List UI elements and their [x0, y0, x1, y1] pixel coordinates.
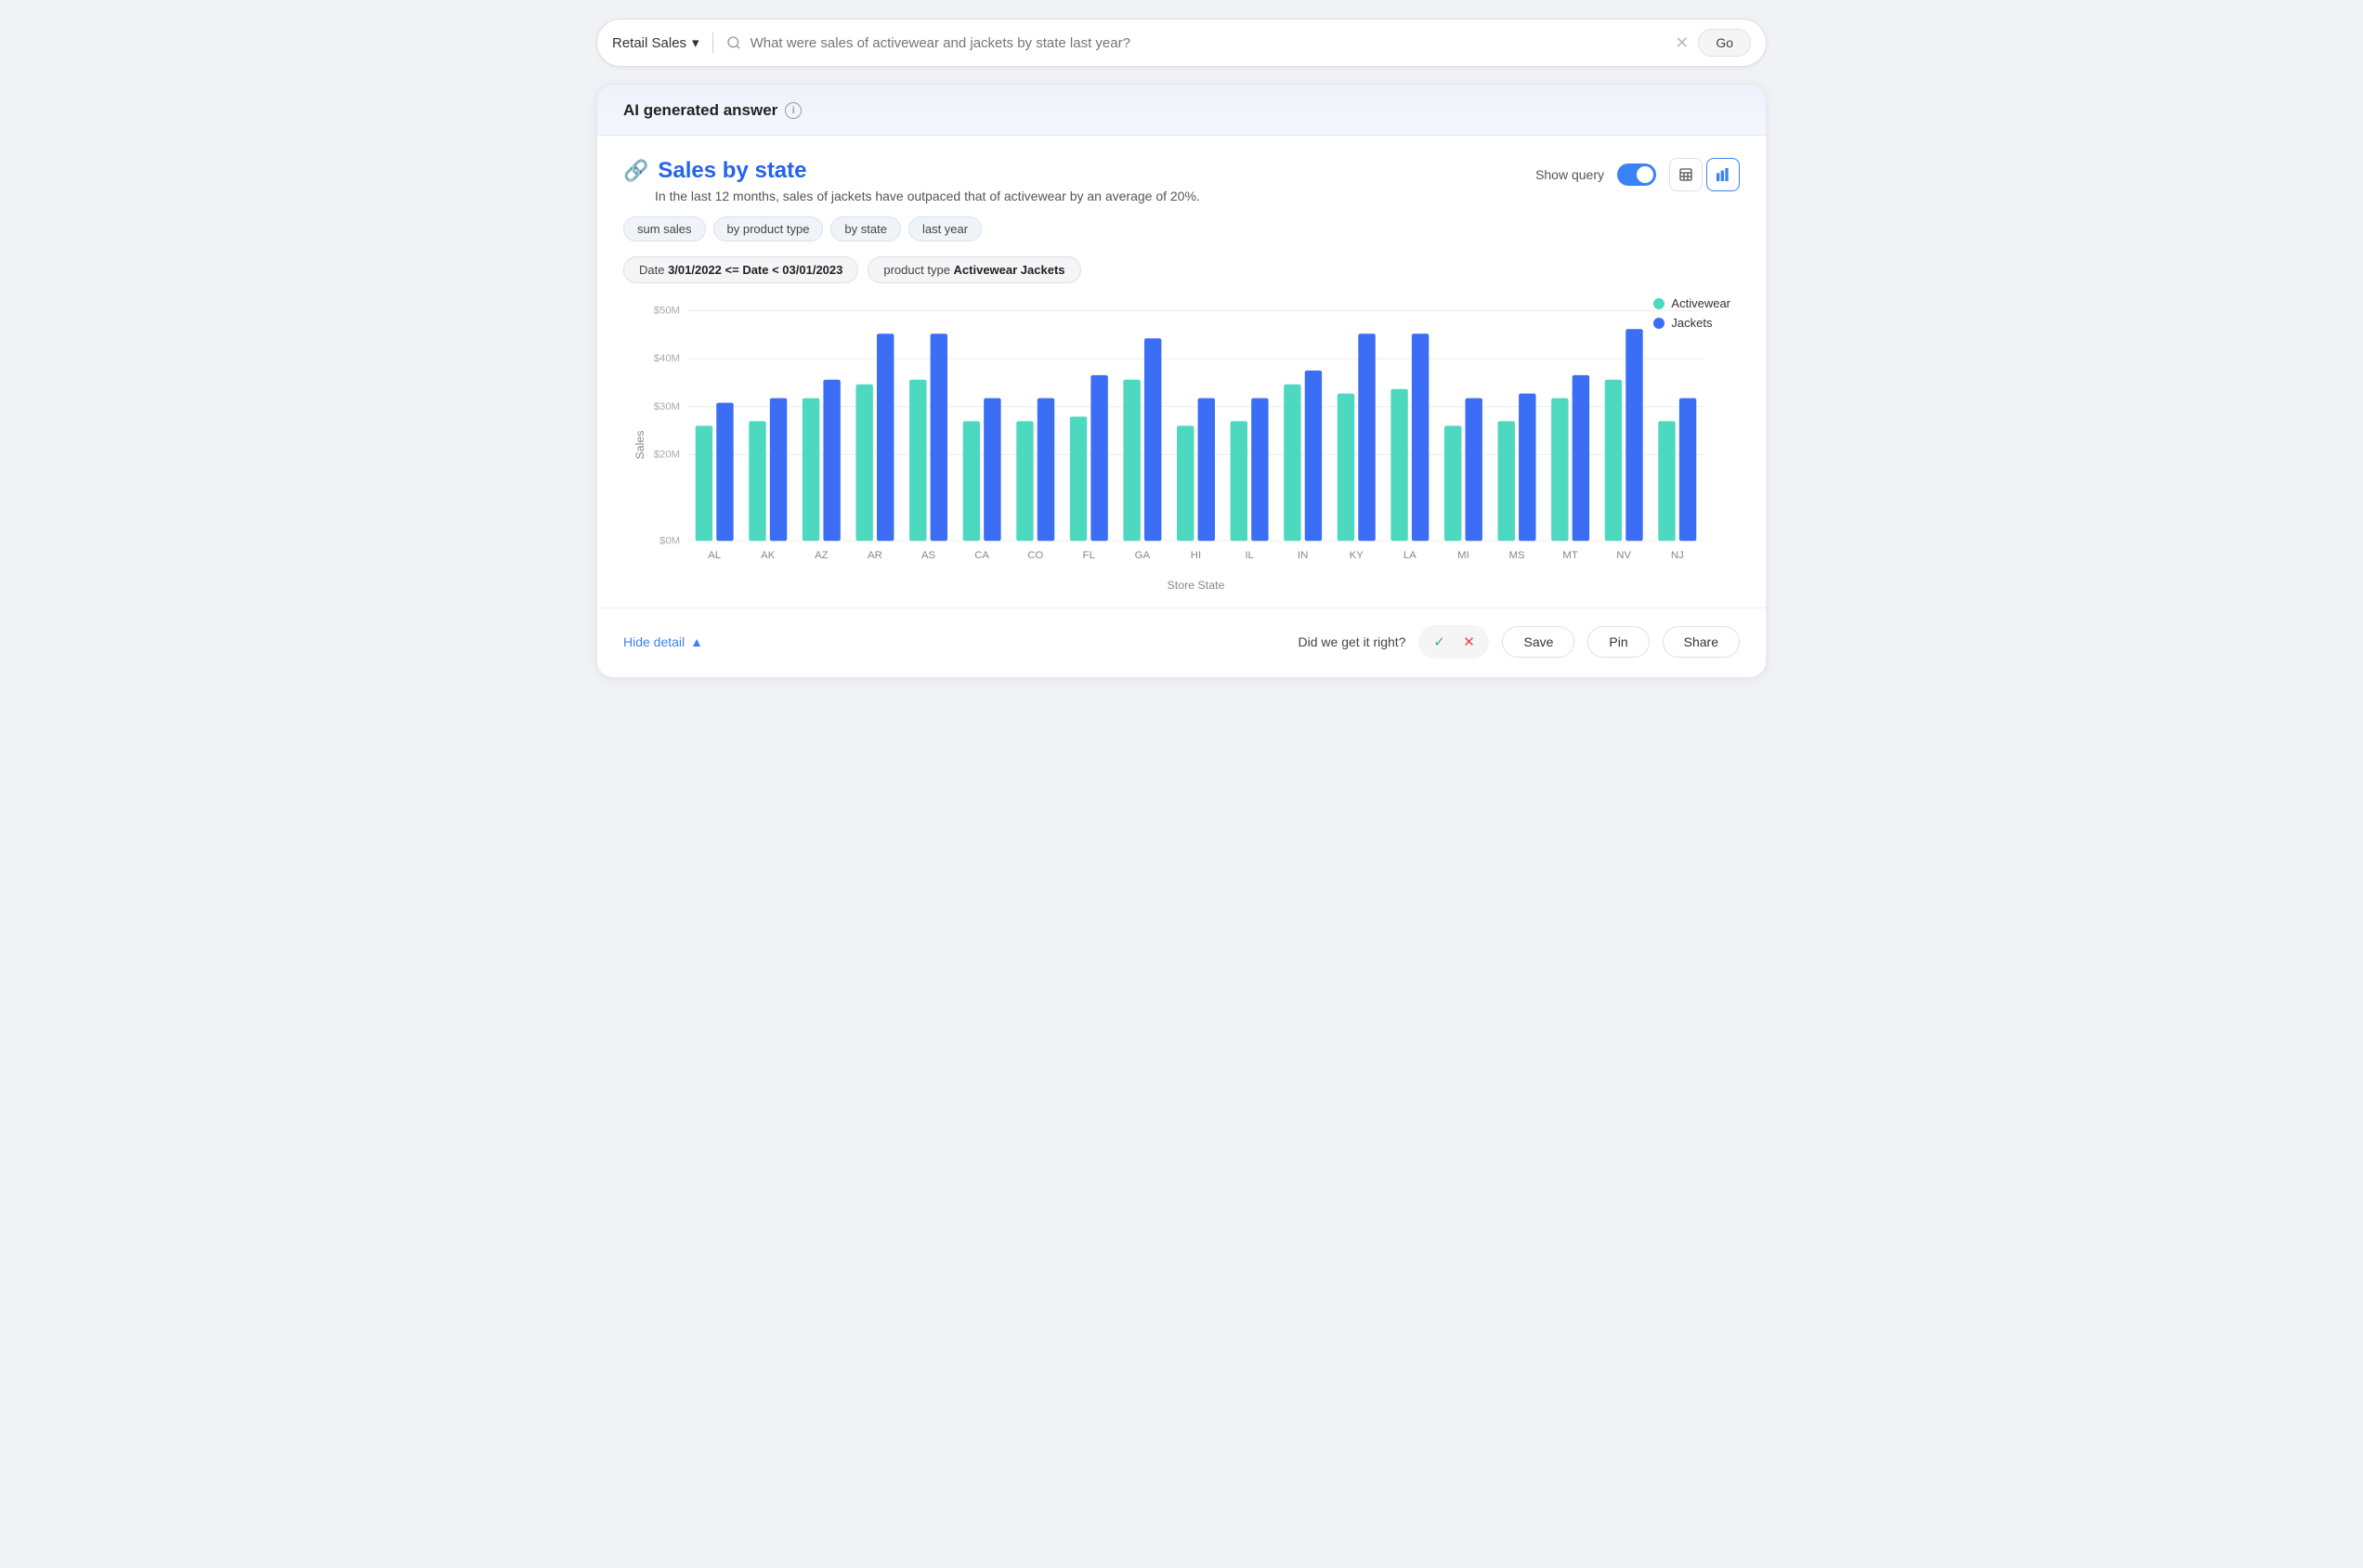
feedback-area: Did we get it right? ✓ ✕ Save Pin Share [1299, 625, 1740, 659]
svg-text:$50M: $50M [654, 306, 680, 317]
ai-generated-label: AI generated answer [623, 101, 777, 120]
filter-row: Date 3/01/2022 <= Date < 03/01/2023 produ… [623, 256, 1740, 283]
svg-text:$0M: $0M [659, 535, 680, 546]
clear-button[interactable]: ✕ [1675, 33, 1689, 53]
show-query-toggle[interactable] [1617, 163, 1656, 186]
chart-area: Activewear Jackets Sales $50M $40M $30M $… [623, 296, 1740, 598]
ai-label-row: AI generated answer i [623, 101, 1740, 120]
table-view-button[interactable] [1669, 158, 1703, 191]
dataset-label: Retail Sales [612, 35, 686, 51]
svg-text:NV: NV [1616, 550, 1631, 561]
legend-dot [1653, 318, 1665, 329]
did-we-right-label: Did we get it right? [1299, 634, 1406, 649]
svg-text:$30M: $30M [654, 401, 680, 412]
svg-text:AZ: AZ [815, 550, 829, 561]
thumbs-up-button[interactable]: ✓ [1426, 629, 1452, 655]
card-body: 🔗 Sales by state In the last 12 months, … [597, 136, 1766, 598]
view-buttons [1669, 158, 1740, 191]
svg-text:$20M: $20M [654, 449, 680, 460]
chart-controls: Show query [1535, 158, 1740, 191]
filter-chip[interactable]: Date 3/01/2022 <= Date < 03/01/2023 [623, 256, 858, 283]
legend-item: Jackets [1653, 316, 1730, 330]
svg-text:FL: FL [1083, 550, 1095, 561]
svg-text:AR: AR [868, 550, 882, 561]
chevron-up-icon: ▲ [690, 634, 703, 649]
feedback-buttons: ✓ ✕ [1418, 625, 1489, 659]
chart-title-row: 🔗 Sales by state In the last 12 months, … [623, 158, 1740, 203]
chart-view-button[interactable] [1706, 158, 1740, 191]
main-card: AI generated answer i 🔗 Sales by state I… [596, 84, 1767, 678]
svg-text:MI: MI [1457, 550, 1469, 561]
chart-title-left: 🔗 Sales by state In the last 12 months, … [623, 158, 1200, 203]
svg-text:MT: MT [1562, 550, 1577, 561]
svg-text:LA: LA [1403, 550, 1416, 561]
svg-text:GA: GA [1135, 550, 1151, 561]
card-footer: Hide detail ▲ Did we get it right? ✓ ✕ S… [597, 608, 1766, 677]
svg-text:AK: AK [761, 550, 776, 561]
svg-text:NJ: NJ [1671, 550, 1684, 561]
chart-icon: 🔗 [623, 159, 648, 183]
show-query-label: Show query [1535, 167, 1604, 182]
tag[interactable]: by state [830, 216, 901, 242]
legend-dot [1653, 298, 1665, 309]
info-icon[interactable]: i [785, 102, 802, 119]
chart-subtitle: In the last 12 months, sales of jackets … [655, 189, 1200, 203]
chart-title: Sales by state [658, 158, 806, 184]
card-header: AI generated answer i [597, 85, 1766, 136]
svg-text:KY: KY [1350, 550, 1364, 561]
svg-text:CO: CO [1027, 550, 1043, 561]
bar-chart: Sales $50M $40M $30M $20M $0M AL AK AZ AR AS… [623, 296, 1740, 594]
y-axis-label: Sales [633, 431, 646, 460]
dataset-selector[interactable]: Retail Sales ▾ [612, 34, 699, 51]
tag[interactable]: by product type [713, 216, 824, 242]
divider [712, 33, 713, 53]
save-button[interactable]: Save [1502, 626, 1574, 658]
filter-chip[interactable]: product type Activewear Jackets [868, 256, 1080, 283]
svg-text:HI: HI [1191, 550, 1201, 561]
pin-button[interactable]: Pin [1587, 626, 1649, 658]
search-icon [726, 35, 741, 50]
x-axis-label: Store State [1168, 579, 1225, 592]
tag[interactable]: last year [908, 216, 982, 242]
svg-text:MS: MS [1509, 550, 1525, 561]
svg-text:IL: IL [1245, 550, 1253, 561]
tags-row: sum sales by product typeby state last yea… [623, 216, 1740, 242]
search-bar: Retail Sales ▾ ✕ Go [596, 19, 1767, 67]
svg-text:$40M: $40M [654, 353, 680, 364]
svg-text:IN: IN [1298, 550, 1308, 561]
tag[interactable]: sum sales [623, 216, 706, 242]
svg-text:CA: CA [974, 550, 989, 561]
svg-text:AS: AS [921, 550, 936, 561]
legend-item: Activewear [1653, 296, 1730, 310]
share-button[interactable]: Share [1663, 626, 1740, 658]
chevron-down-icon: ▾ [692, 34, 699, 51]
thumbs-down-button[interactable]: ✕ [1456, 629, 1482, 655]
go-button[interactable]: Go [1698, 29, 1751, 57]
svg-text:AL: AL [708, 550, 721, 561]
search-input[interactable] [751, 35, 1666, 51]
chart-legend: Activewear Jackets [1653, 296, 1730, 330]
hide-detail-button[interactable]: Hide detail ▲ [623, 634, 703, 649]
